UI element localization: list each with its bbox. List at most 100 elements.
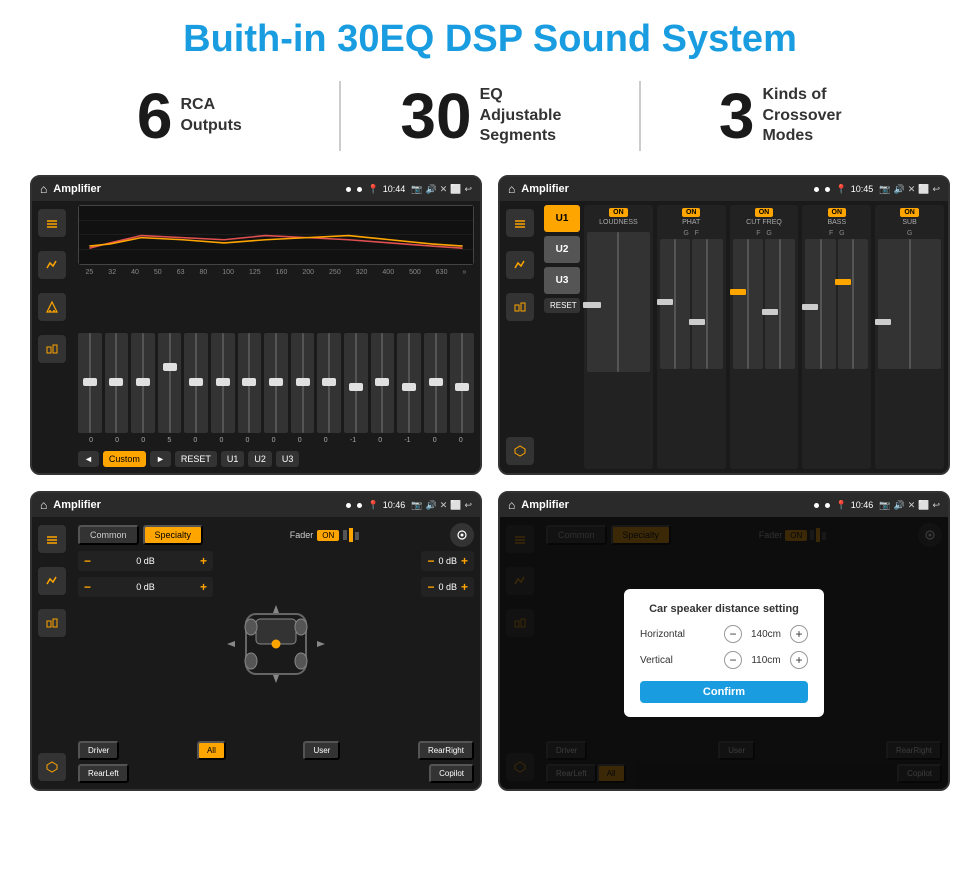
btn-copilot[interactable]: Copilot bbox=[429, 764, 474, 783]
db-plus-3[interactable]: + bbox=[461, 554, 468, 568]
eq-slider-14[interactable] bbox=[450, 333, 474, 433]
eq-custom-btn[interactable]: Custom bbox=[103, 451, 146, 467]
eq-u1-btn[interactable]: U1 bbox=[221, 451, 245, 467]
fader-main-content: Common Specialty Fader ON bbox=[72, 517, 480, 789]
dialog-title: Car speaker distance setting bbox=[640, 603, 808, 615]
eq-slider-13[interactable] bbox=[424, 333, 448, 433]
volume-icon: 🔊 bbox=[425, 184, 436, 195]
volume-icon-4: 🔊 bbox=[893, 500, 904, 511]
channel-label-phat: PHAT bbox=[682, 219, 700, 226]
eq-u2-btn[interactable]: U2 bbox=[248, 451, 272, 467]
eq-slider-9[interactable] bbox=[317, 333, 341, 433]
eq-slider-10[interactable] bbox=[344, 333, 368, 433]
eq-reset-btn[interactable]: RESET bbox=[175, 451, 217, 467]
screen-dialog: ⌂ Amplifier 📍 10:46 📷 🔊 ✕ ⬜ ↩ bbox=[498, 491, 950, 791]
tab-common[interactable]: Common bbox=[78, 525, 139, 545]
status-dot-2 bbox=[357, 187, 362, 192]
eq-slider-4[interactable] bbox=[184, 333, 208, 433]
stat-eq: 30 EQ AdjustableSegments bbox=[361, 84, 620, 148]
u1-button[interactable]: U1 bbox=[544, 205, 580, 232]
fader-sidebar-btn-1[interactable] bbox=[38, 525, 66, 553]
back-icon-3: ↩ bbox=[464, 500, 472, 511]
db-minus-1[interactable]: − bbox=[84, 554, 91, 568]
channel-on-bass: ON bbox=[828, 208, 847, 217]
camera-icon-3: 📷 bbox=[411, 500, 422, 511]
db-control-top-left: − 0 dB + bbox=[78, 551, 213, 571]
eq-slider-0[interactable] bbox=[78, 333, 102, 433]
eq-slider-7[interactable] bbox=[264, 333, 288, 433]
amp-reset-btn[interactable]: RESET bbox=[544, 298, 580, 313]
db-plus-4[interactable]: + bbox=[461, 580, 468, 594]
eq-slider-11[interactable] bbox=[371, 333, 395, 433]
db-minus-3[interactable]: − bbox=[427, 554, 434, 568]
db-plus-2[interactable]: + bbox=[200, 580, 207, 594]
channel-label-sub: SUB bbox=[902, 219, 916, 226]
amp-sidebar-btn-3[interactable] bbox=[506, 293, 534, 321]
eq-sidebar-btn-1[interactable] bbox=[38, 209, 66, 237]
fader-layout: − 0 dB + − 0 dB + bbox=[78, 551, 474, 737]
fader-left-controls: − 0 dB + − 0 dB + bbox=[78, 551, 213, 737]
eq-sliders bbox=[78, 280, 474, 437]
tab-specialty[interactable]: Specialty bbox=[143, 525, 204, 545]
dialog-horizontal-minus[interactable]: − bbox=[724, 625, 742, 643]
dialog-vertical-minus[interactable]: − bbox=[724, 651, 742, 669]
eq-sidebar-btn-3[interactable] bbox=[38, 293, 66, 321]
eq-slider-2[interactable] bbox=[131, 333, 155, 433]
dialog-horizontal-value: 140cm bbox=[746, 629, 786, 640]
stat-label-eq: EQ AdjustableSegments bbox=[480, 85, 580, 147]
stat-number-crossover: 3 bbox=[719, 84, 755, 148]
db-plus-1[interactable]: + bbox=[200, 554, 207, 568]
btn-user[interactable]: User bbox=[303, 741, 340, 760]
close-icon: ✕ bbox=[440, 184, 448, 195]
screen-amp-controls: 📷 🔊 ✕ ⬜ ↩ bbox=[879, 184, 940, 195]
fader-sidebar-btn-2[interactable] bbox=[38, 567, 66, 595]
eq-u3-btn[interactable]: U3 bbox=[276, 451, 300, 467]
location-icon-3: 📍 bbox=[368, 500, 379, 511]
screen-fader-time: 📍 10:46 bbox=[368, 500, 406, 511]
eq-slider-1[interactable] bbox=[105, 333, 129, 433]
eq-slider-5[interactable] bbox=[211, 333, 235, 433]
screen-fader: ⌂ Amplifier 📍 10:46 📷 🔊 ✕ ⬜ ↩ bbox=[30, 491, 482, 791]
eq-frequency-labels: 253240506380100125160200250320400500630» bbox=[78, 269, 474, 276]
fader-settings-btn[interactable] bbox=[450, 523, 474, 547]
u2-button[interactable]: U2 bbox=[544, 236, 580, 263]
db-minus-2[interactable]: − bbox=[84, 580, 91, 594]
dialog-vertical-value: 110cm bbox=[746, 655, 786, 666]
window-icon-4: ⬜ bbox=[918, 500, 929, 511]
amp-sidebar-btn-2[interactable] bbox=[506, 251, 534, 279]
channel-bass: ON BASS F G bbox=[802, 205, 871, 469]
dialog-vertical-plus[interactable]: + bbox=[790, 651, 808, 669]
eq-prev-btn[interactable]: ◄ bbox=[78, 451, 99, 467]
eq-sidebar-btn-2[interactable] bbox=[38, 251, 66, 279]
dialog-horizontal-plus[interactable]: + bbox=[790, 625, 808, 643]
dialog-horizontal-stepper: − 140cm + bbox=[724, 625, 808, 643]
screen-fader-title: Amplifier bbox=[53, 499, 339, 511]
db-minus-4[interactable]: − bbox=[427, 580, 434, 594]
btn-all[interactable]: All bbox=[197, 741, 226, 760]
amp-sidebar-btn-4[interactable] bbox=[506, 437, 534, 465]
eq-slider-3[interactable] bbox=[158, 333, 182, 433]
eq-sidebar-btn-4[interactable] bbox=[38, 335, 66, 363]
stat-rca: 6 RCAOutputs bbox=[60, 84, 319, 148]
fader-on-btn[interactable]: ON bbox=[317, 530, 339, 541]
eq-play-btn[interactable]: ► bbox=[150, 451, 171, 467]
fader-tabs: Common Specialty bbox=[78, 525, 203, 545]
confirm-button[interactable]: Confirm bbox=[640, 681, 808, 703]
eq-slider-8[interactable] bbox=[291, 333, 315, 433]
eq-slider-6[interactable] bbox=[238, 333, 262, 433]
eq-values-row: 0005000000-10-100 bbox=[78, 437, 474, 444]
btn-driver[interactable]: Driver bbox=[78, 741, 119, 760]
btn-rearleft[interactable]: RearLeft bbox=[78, 764, 129, 783]
eq-slider-12[interactable] bbox=[397, 333, 421, 433]
u3-button[interactable]: U3 bbox=[544, 267, 580, 294]
volume-icon-2: 🔊 bbox=[893, 184, 904, 195]
amp-sidebar-btn-1[interactable] bbox=[506, 209, 534, 237]
db-value-3: 0 dB bbox=[438, 556, 457, 566]
fader-sidebar-btn-3[interactable] bbox=[38, 609, 66, 637]
btn-rearright[interactable]: RearRight bbox=[418, 741, 474, 760]
home-icon-2: ⌂ bbox=[508, 182, 515, 196]
db-control-bottom-right: − 0 dB + bbox=[421, 577, 474, 597]
db-control-bottom-left: − 0 dB + bbox=[78, 577, 213, 597]
fader-sidebar-btn-4[interactable] bbox=[38, 753, 66, 781]
dialog-box: Car speaker distance setting Horizontal … bbox=[624, 589, 824, 717]
